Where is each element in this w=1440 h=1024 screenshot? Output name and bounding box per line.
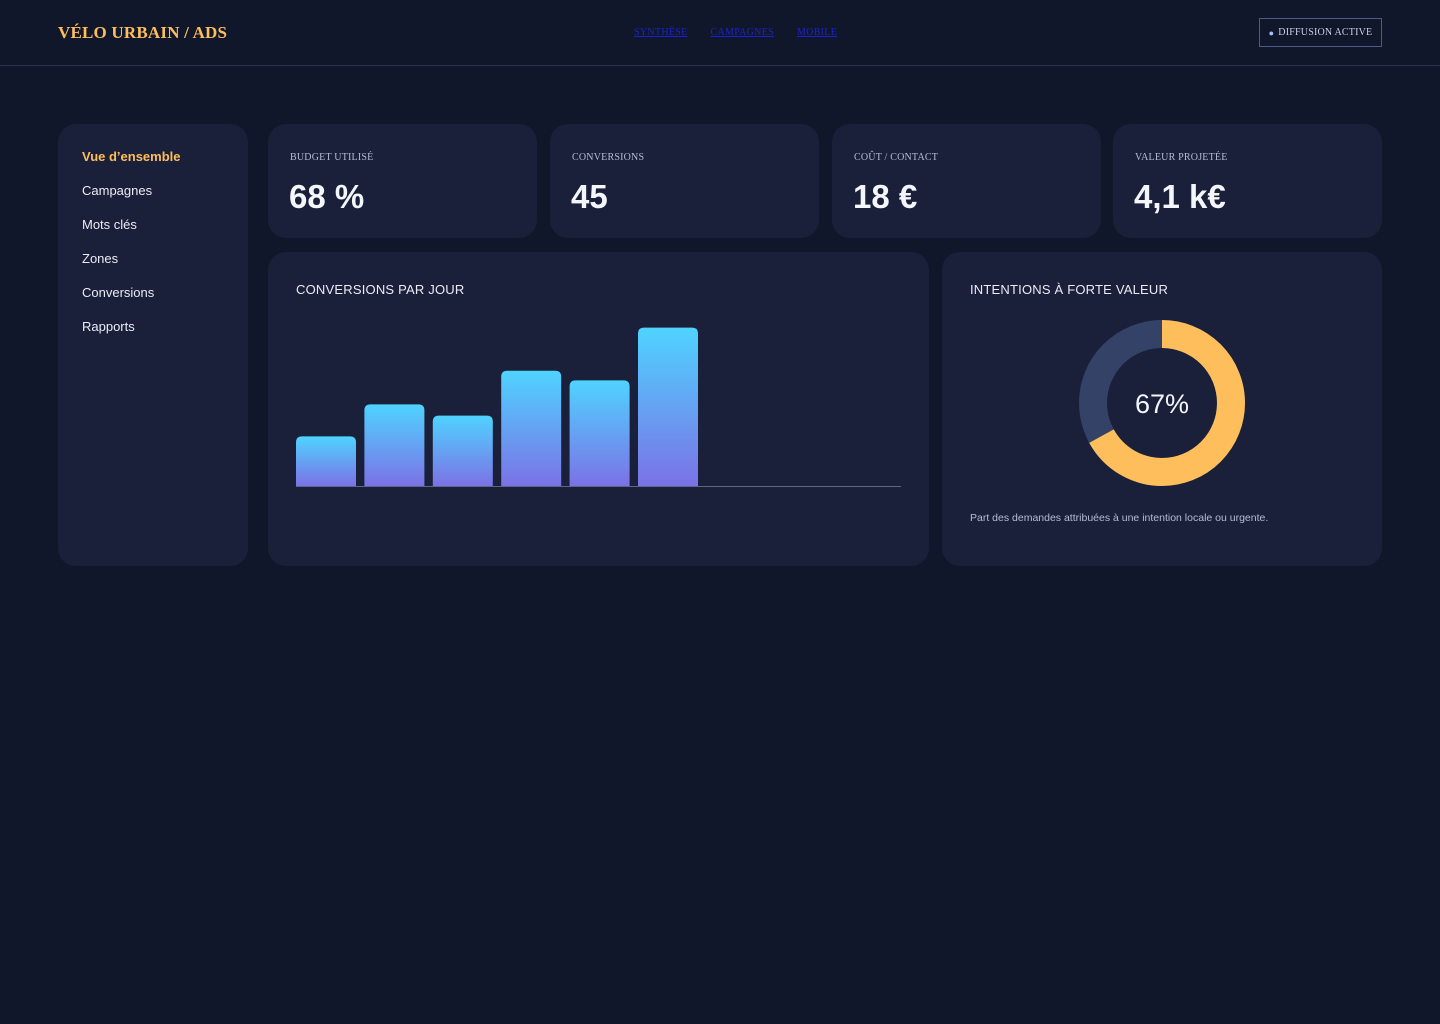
- sidebar-item-reports[interactable]: Rapports: [58, 320, 248, 354]
- sidebar-item-keywords[interactable]: Mots clés: [58, 218, 248, 252]
- kpi-card-projected-value: VALEUR PROJETÉE 4,1 k€: [1113, 124, 1382, 238]
- sidebar-item-zones[interactable]: Zones: [58, 252, 248, 286]
- kpi-card-conversions: CONVERSIONS 45: [550, 124, 819, 238]
- kpi-label: BUDGET UTILISÉ: [290, 152, 374, 163]
- brand-logo[interactable]: VÉLO URBAIN / ADS: [58, 23, 227, 43]
- donut-center-label: 67%: [1135, 389, 1189, 419]
- bar-6: [638, 327, 698, 486]
- top-bar: VÉLO URBAIN / ADS SYNTHÈSE CAMPAGNES MOB…: [0, 0, 1440, 66]
- sidebar-item-conversions[interactable]: Conversions: [58, 286, 248, 320]
- kpi-value: 68 %: [289, 178, 365, 215]
- top-nav: SYNTHÈSE CAMPAGNES MOBILE: [634, 27, 837, 38]
- nav-link-mobile[interactable]: MOBILE: [797, 27, 837, 38]
- sidebar: Vue d’ensemble Campagnes Mots clés Zones…: [58, 124, 248, 566]
- kpi-value: 18 €: [853, 178, 918, 215]
- kpi-card-budget: BUDGET UTILISÉ 68 %: [268, 124, 537, 238]
- bars-group: [296, 327, 698, 486]
- kpi-label: COÛT / CONTACT: [854, 152, 939, 163]
- bar-3: [432, 415, 493, 486]
- bar-2: [364, 404, 425, 486]
- status-dot-icon: ●: [1268, 27, 1275, 38]
- broadcast-status-button[interactable]: ● DIFFUSION ACTIVE: [1259, 18, 1382, 47]
- kpi-value: 4,1 k€: [1134, 178, 1226, 215]
- bar-5: [569, 380, 630, 486]
- kpi-card-cost-per-contact: COÛT / CONTACT 18 €: [832, 124, 1101, 238]
- conversions-chart-card: CONVERSIONS PAR JOUR: [268, 252, 929, 566]
- nav-link-campagnes[interactable]: CAMPAGNES: [711, 27, 774, 38]
- status-label: DIFFUSION ACTIVE: [1278, 27, 1373, 38]
- kpi-label: CONVERSIONS: [572, 152, 645, 163]
- bar-4: [501, 370, 562, 486]
- conversions-bar-chart: [296, 327, 901, 487]
- kpi-label: VALEUR PROJETÉE: [1135, 152, 1228, 163]
- donut-caption: Part des demandes attribuées à une inten…: [970, 512, 1269, 524]
- nav-link-synthese[interactable]: SYNTHÈSE: [634, 27, 688, 38]
- kpi-value: 45: [571, 178, 608, 215]
- sidebar-item-overview[interactable]: Vue d’ensemble: [58, 150, 248, 184]
- bar-1: [296, 436, 356, 486]
- high-value-intent-card: INTENTIONS À FORTE VALEUR 67% Part des d…: [942, 252, 1382, 566]
- sidebar-item-campaigns[interactable]: Campagnes: [58, 184, 248, 218]
- sidebar-menu: Vue d’ensemble Campagnes Mots clés Zones…: [58, 124, 248, 354]
